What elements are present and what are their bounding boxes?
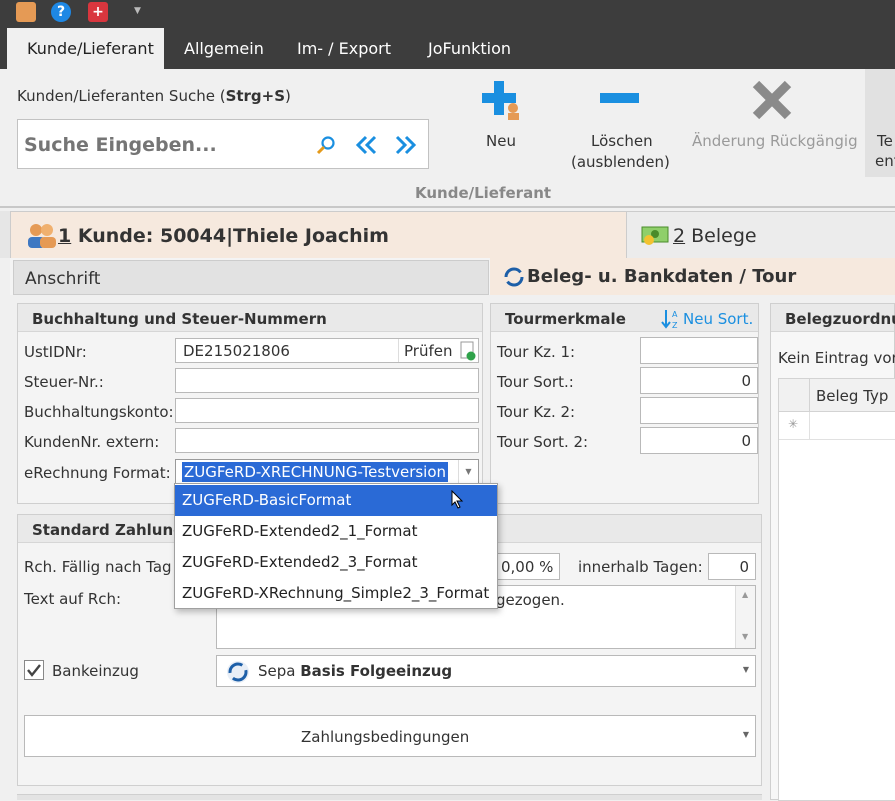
chevron-down-icon: ▼ [742, 665, 749, 674]
x-cancel-icon [752, 80, 792, 120]
erechnung-combobox[interactable]: ZUGFeRD-XRECHNUNG-Testversion ▼ [175, 459, 479, 484]
innerhalb-field[interactable]: 0 [708, 553, 756, 580]
sepa-cycle-icon [227, 661, 249, 683]
tour-kz2-field[interactable] [640, 397, 758, 424]
tab-kunde[interactable]: 1 Kunde: 50044|Thiele Joachim [10, 211, 627, 258]
tour-kz2-label: Tour Kz. 2: [497, 403, 576, 421]
bankeinzug-label: Bankeinzug [52, 662, 139, 680]
buchhaltung-group: Buchhaltung und Steuer-Nummern UstIDNr: … [17, 303, 483, 504]
ribbon-group-label: Kunde/Lieferant [415, 184, 552, 202]
cycle-icon [504, 267, 524, 287]
faellig-label: Rch. Fällig nach Tag [24, 558, 172, 576]
users-icon[interactable] [16, 2, 36, 22]
sub-tab-bar: Anschrift Beleg- u. Bankdaten / Tour [10, 258, 895, 295]
textarea-scrollbar[interactable]: ▲ ▼ [735, 586, 755, 648]
tab-allgemein[interactable]: Allgemein [164, 28, 284, 69]
grid-header: Beleg Typ [779, 379, 895, 412]
tab-im-export[interactable]: Im- / Export [277, 28, 411, 69]
chevron-down-icon: ▼ [742, 730, 749, 739]
column-beleg-typ[interactable]: Beleg Typ [816, 387, 888, 405]
tour-sort1-label: Tour Sort.: [497, 373, 574, 391]
document-check-icon [460, 341, 476, 361]
minus-icon [600, 93, 639, 103]
delete-button[interactable]: Löschen (ausblenden) [566, 71, 676, 171]
tab-beleg-bankdaten[interactable]: Beleg- u. Bankdaten / Tour [490, 258, 895, 295]
new-row-icon: ✳ [788, 417, 799, 431]
next-group-edge [17, 794, 762, 800]
undo-change-button[interactable]: Änderung Rückgängig [690, 71, 858, 166]
zahlungsbedingungen-combobox[interactable]: Zahlungsbedingungen ▼ [24, 715, 756, 757]
empty-message: Kein Eintrag vor [778, 349, 895, 367]
swiss-cross-icon[interactable]: + [88, 2, 108, 22]
konto-label: Buchhaltungskonto: [24, 403, 174, 421]
tour-kz1-label: Tour Kz. 1: [497, 343, 576, 361]
svg-text:A: A [672, 310, 678, 319]
dropdown-item[interactable]: ZUGFeRD-BasicFormat [175, 485, 497, 516]
ustid-field[interactable]: DE215021806 Prüfen [175, 338, 479, 363]
search-input[interactable] [24, 132, 304, 158]
tab-anschrift[interactable]: Anschrift [13, 260, 489, 295]
users-icon [28, 224, 56, 248]
steuer-field[interactable] [175, 368, 479, 393]
plus-user-icon [482, 81, 519, 120]
sepa-combobox[interactable]: Sepa Basis Folgeeinzug ▼ [216, 655, 756, 687]
document-tab-bar: 1 Kunde: 50044|Thiele Joachim 2 Belege [0, 211, 895, 258]
tour-sort2-field[interactable]: 0 [640, 427, 758, 454]
tour-sort1-field[interactable]: 0 [640, 367, 758, 394]
new-button[interactable]: Neu [470, 71, 530, 166]
tab-kunde-lieferant[interactable]: Kunde/Lieferant [7, 28, 164, 69]
text-label: Text auf Rch: [24, 590, 122, 608]
money-icon [641, 226, 669, 245]
konto-field[interactable] [175, 398, 479, 423]
buchhaltung-title: Buchhaltung und Steuer-Nummern [18, 304, 482, 332]
kundennr-label: KundenNr. extern: [24, 433, 160, 451]
dropdown-item[interactable]: ZUGFeRD-Extended2_1_Format [175, 516, 497, 547]
tab-belege[interactable]: 2 Belege [627, 211, 895, 258]
percent-field[interactable]: 0,00 % [495, 553, 560, 580]
help-icon[interactable]: ? [51, 2, 71, 22]
belegzuordnung-group: Belegzuordnu Kein Eintrag vor Beleg Typ … [770, 303, 895, 801]
check-icon [27, 664, 41, 677]
tourmerkmale-group: Tourmerkmale AZ Neu Sort. Tour Kz. 1: To… [490, 303, 759, 504]
new-sort-button[interactable]: AZ Neu Sort. [661, 308, 756, 330]
search-title: Kunden/Lieferanten Suche (Strg+S) [17, 87, 291, 105]
chevron-down-icon[interactable]: ▼ [458, 460, 478, 483]
dropdown-item[interactable]: ZUGFeRD-XRechnung_Simple2_3_Format [175, 578, 497, 609]
truncated-ribbon-button[interactable]: Te ent [865, 69, 895, 177]
next-icon[interactable] [393, 134, 417, 156]
quick-access-dropdown-icon[interactable]: ▼ [134, 6, 141, 16]
belegzuordnung-title: Belegzuordnu [771, 304, 895, 332]
bankeinzug-checkbox[interactable] [24, 660, 44, 680]
innerhalb-label: innerhalb Tagen: [578, 558, 703, 576]
sort-icon: AZ [661, 310, 678, 330]
search-icon[interactable] [316, 135, 336, 155]
ribbon-tab-bar: Kunde/Lieferant Allgemein Im- / Export J… [0, 24, 895, 69]
search-box [17, 119, 429, 169]
svg-text:Z: Z [672, 321, 678, 330]
tour-kz1-field[interactable] [640, 337, 758, 364]
tab-jofunktion[interactable]: JoFunktion [408, 28, 531, 69]
erechnung-dropdown-list: ZUGFeRD-BasicFormat ZUGFeRD-Extended2_1_… [174, 483, 498, 609]
beleg-grid: Beleg Typ ✳ [778, 378, 895, 801]
ustid-label: UstIDNr: [24, 343, 87, 361]
new-row[interactable]: ✳ [779, 412, 895, 440]
steuer-label: Steuer-Nr.: [24, 373, 104, 391]
tour-sort2-label: Tour Sort. 2: [497, 433, 589, 451]
kundennr-field[interactable] [175, 428, 479, 453]
mouse-cursor-icon [451, 490, 464, 509]
previous-icon[interactable] [355, 134, 379, 156]
ribbon: Kunden/Lieferanten Suche (Strg+S) Neu Lö… [0, 69, 895, 208]
title-bar: ? + ▼ [0, 0, 895, 24]
check-ustid-button[interactable]: Prüfen [398, 339, 479, 362]
erechnung-label: eRechnung Format: [24, 464, 171, 482]
dropdown-item[interactable]: ZUGFeRD-Extended2_3_Format [175, 547, 497, 578]
